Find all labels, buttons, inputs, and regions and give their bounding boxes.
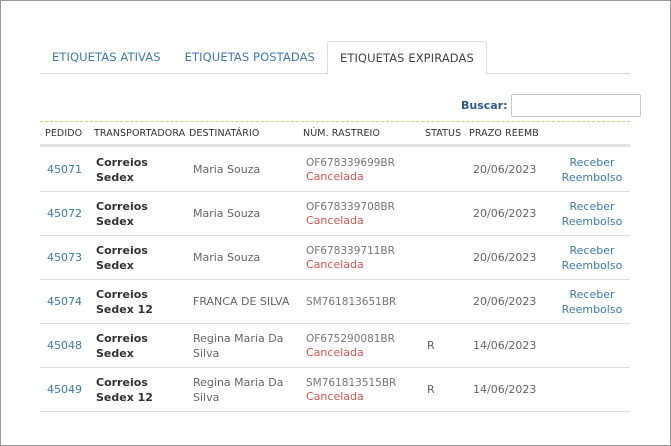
tracking-number: OF678339711BR <box>306 244 395 257</box>
tracking-number: SM761813515BR <box>306 376 397 389</box>
header-num-rastreio[interactable]: NÚM. RASTREIO <box>302 128 425 139</box>
refund-label: Reembolso <box>561 214 623 228</box>
refund-deadline: 20/06/2023 <box>473 295 537 308</box>
search-input[interactable] <box>510 94 641 117</box>
receive-label: Receber <box>569 287 615 301</box>
header-prazo-reemb[interactable]: PRAZO REEMB <box>469 128 554 139</box>
recipient-name: Maria Souza <box>193 251 261 264</box>
refund-label: Reembolso <box>561 170 623 184</box>
labels-table: PEDIDO TRANSPORTADORA DESTINATÁRIO NÚM. … <box>40 122 630 412</box>
table-row: 45071 Correios Sedex Maria Souza OF67833… <box>40 148 630 192</box>
carrier-name: Correios Sedex <box>96 155 148 184</box>
carrier-name: Correios Sedex <box>96 199 148 228</box>
page-frame: ETIQUETAS ATIVAS ETIQUETAS POSTADAS ETIQ… <box>0 0 671 446</box>
tab-bar: ETIQUETAS ATIVAS ETIQUETAS POSTADAS ETIQ… <box>40 41 630 75</box>
carrier-name: Correios Sedex <box>96 243 148 272</box>
table-row: 45049 Correios Sedex 12 Regina Maria Da … <box>40 368 630 412</box>
search-label: Buscar: <box>461 99 508 112</box>
refund-deadline: 20/06/2023 <box>473 207 537 220</box>
tab-etiquetas-postadas[interactable]: ETIQUETAS POSTADAS <box>173 41 327 74</box>
status-value: R <box>427 339 435 352</box>
receive-label: Receber <box>569 155 615 169</box>
tracking-number: OF678339699BR <box>306 156 395 169</box>
recipient-name: Regina Maria Da Silva <box>193 331 284 360</box>
tracking-number: SM761813651BR <box>306 295 397 308</box>
table-row: 45048 Correios Sedex Regina Maria Da Sil… <box>40 324 630 368</box>
refund-deadline: 14/06/2023 <box>473 339 537 352</box>
receive-label: Receber <box>569 199 615 213</box>
recipient-name: Maria Souza <box>193 207 261 220</box>
tracking-number: OF678339708BR <box>306 200 395 213</box>
search-box: Buscar: <box>461 94 641 117</box>
order-link[interactable]: 45048 <box>47 339 82 352</box>
table-row: 45074 Correios Sedex 12 FRANCA DE SILVA … <box>40 280 630 324</box>
tab-etiquetas-ativas[interactable]: ETIQUETAS ATIVAS <box>40 41 173 74</box>
receive-refund-link[interactable]: Receber Reembolso <box>554 287 630 317</box>
order-link[interactable]: 45073 <box>47 251 82 264</box>
carrier-name: Correios Sedex 12 <box>96 287 153 316</box>
header-status[interactable]: STATUS <box>425 128 469 139</box>
carrier-name: Correios Sedex <box>96 331 148 360</box>
tracking-number: OF675290081BR <box>306 332 395 345</box>
tab-etiquetas-expiradas[interactable]: ETIQUETAS EXPIRADAS <box>326 41 487 75</box>
receive-label: Receber <box>569 243 615 257</box>
header-destinatario[interactable]: DESTINATÁRIO <box>189 128 302 139</box>
recipient-name: Maria Souza <box>193 163 261 176</box>
order-link[interactable]: 45049 <box>47 383 82 396</box>
refund-label: Reembolso <box>561 258 623 272</box>
table-header: PEDIDO TRANSPORTADORA DESTINATÁRIO NÚM. … <box>40 122 630 147</box>
header-pedido[interactable]: PEDIDO <box>40 128 92 139</box>
tracking-status: Cancelada <box>306 389 364 403</box>
refund-label: Reembolso <box>561 302 623 316</box>
order-link[interactable]: 45071 <box>47 163 82 176</box>
recipient-name: FRANCA DE SILVA <box>193 295 290 308</box>
refund-deadline: 20/06/2023 <box>473 251 537 264</box>
refund-deadline: 20/06/2023 <box>473 163 537 176</box>
order-link[interactable]: 45074 <box>47 295 82 308</box>
recipient-name: Regina Maria Da Silva <box>193 375 284 404</box>
tracking-status: Cancelada <box>306 213 364 227</box>
tracking-status: Cancelada <box>306 345 364 359</box>
header-transportadora[interactable]: TRANSPORTADORA <box>92 128 189 139</box>
table-row: 45072 Correios Sedex Maria Souza OF67833… <box>40 192 630 236</box>
receive-refund-link[interactable]: Receber Reembolso <box>554 243 630 273</box>
receive-refund-link[interactable]: Receber Reembolso <box>554 199 630 229</box>
receive-refund-link[interactable]: Receber Reembolso <box>554 155 630 185</box>
table-row: 45073 Correios Sedex Maria Souza OF67833… <box>40 236 630 280</box>
status-value: R <box>427 383 435 396</box>
carrier-name: Correios Sedex 12 <box>96 375 153 404</box>
tracking-status: Cancelada <box>306 169 364 183</box>
refund-deadline: 14/06/2023 <box>473 383 537 396</box>
tracking-status: Cancelada <box>306 257 364 271</box>
order-link[interactable]: 45072 <box>47 207 82 220</box>
